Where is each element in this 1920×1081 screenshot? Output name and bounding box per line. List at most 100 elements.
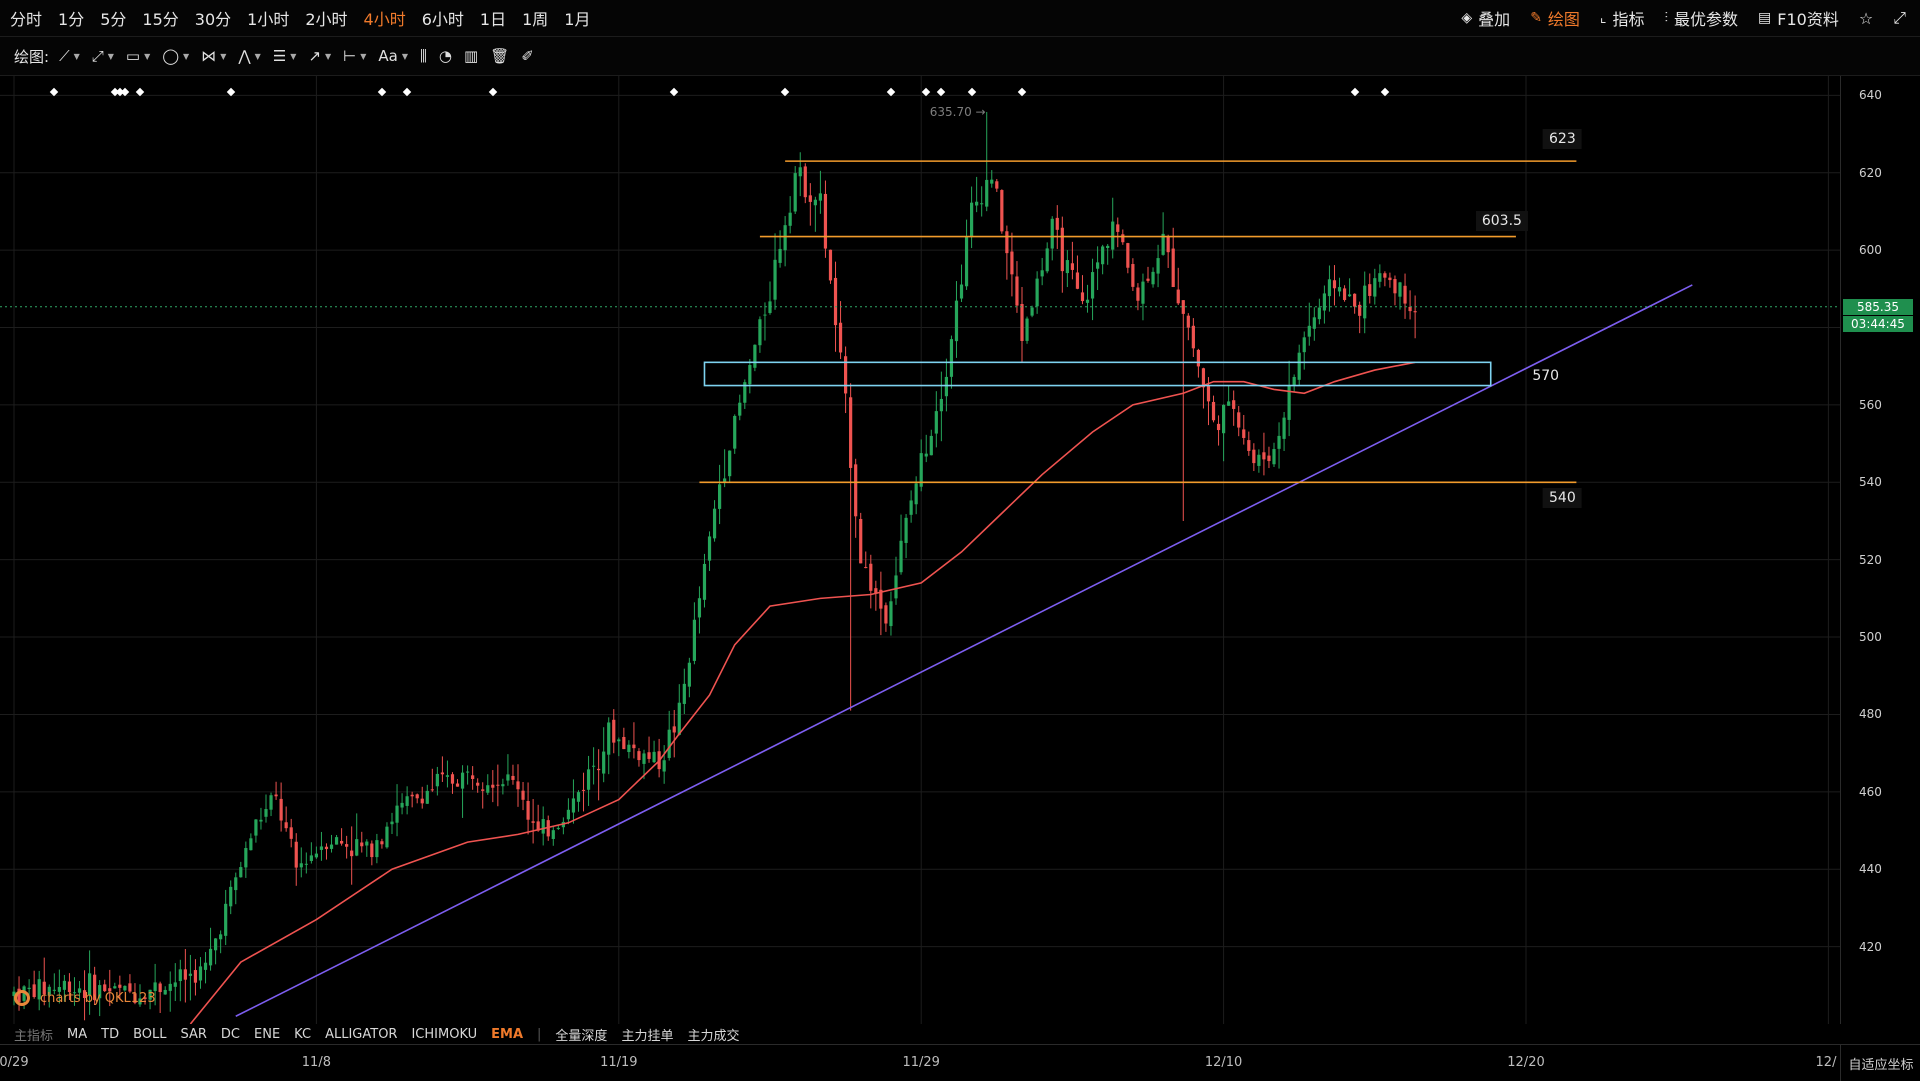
drawing-toolbar-label: 绘图: xyxy=(14,47,50,66)
interval-tab[interactable]: 4小时 xyxy=(364,6,406,30)
candle-body xyxy=(1181,300,1185,314)
chevron-down-icon[interactable]: ▼ xyxy=(108,52,114,61)
star-icon[interactable]: ☆ xyxy=(1859,9,1873,28)
depth-tab[interactable]: 主力成交 xyxy=(687,1025,739,1044)
candle xyxy=(607,717,611,775)
grid-lines xyxy=(0,76,1840,1024)
candle-body xyxy=(1247,440,1251,451)
delete-tool-icon[interactable]: 🗑 xyxy=(490,47,509,65)
chevron-down-icon[interactable]: ▼ xyxy=(144,52,150,61)
chevron-down-icon[interactable]: ▼ xyxy=(74,52,80,61)
candle-body xyxy=(632,744,636,749)
chevron-down-icon[interactable]: ▼ xyxy=(255,52,261,61)
candle-body xyxy=(778,248,782,263)
candle xyxy=(919,439,923,492)
adaptive-axis-button[interactable]: 自适应坐标 xyxy=(1840,1044,1920,1081)
candle xyxy=(849,383,853,711)
level-label: 623 xyxy=(1543,129,1582,150)
indicator-boll[interactable]: BOLL xyxy=(133,1027,166,1042)
ray-tool-icon[interactable]: ⤢ xyxy=(92,47,104,65)
candle xyxy=(1348,278,1352,297)
chevron-down-icon[interactable]: ▼ xyxy=(183,52,189,61)
candle-body xyxy=(113,986,117,989)
indicator-ichimoku[interactable]: ICHIMOKU xyxy=(411,1027,477,1042)
candle-body xyxy=(788,212,792,226)
interval-tab[interactable]: 6小时 xyxy=(422,6,464,30)
candle-body xyxy=(944,376,948,397)
candle-body xyxy=(506,774,510,781)
candle-body xyxy=(1232,400,1236,409)
interval-tab[interactable]: 1日 xyxy=(480,6,506,30)
candle xyxy=(783,216,787,267)
interval-tab[interactable]: 分时 xyxy=(10,6,42,30)
interval-tab[interactable]: 15分 xyxy=(142,6,178,30)
candle xyxy=(1000,189,1004,234)
indicator-sar[interactable]: SAR xyxy=(181,1027,207,1042)
candle-body xyxy=(718,484,722,509)
chevron-down-icon[interactable]: ▼ xyxy=(325,52,331,61)
interval-tab[interactable]: 1周 xyxy=(522,6,548,30)
candle xyxy=(1111,197,1115,259)
interval-tab[interactable]: 1月 xyxy=(564,6,590,30)
price-axis[interactable]: 420440460480500520540560580600620640 xyxy=(1840,76,1920,1024)
chevron-down-icon[interactable]: ▼ xyxy=(290,52,296,61)
indicator-ene[interactable]: ENE xyxy=(254,1027,280,1042)
indicator-td[interactable]: TD xyxy=(101,1027,119,1042)
interval-tab[interactable]: 5分 xyxy=(100,6,126,30)
candle-body xyxy=(526,800,530,820)
candle xyxy=(1090,258,1095,321)
indicator-dc[interactable]: DC xyxy=(221,1027,240,1042)
price-chart[interactable] xyxy=(0,76,1840,1024)
depth-tab[interactable]: 全量深度 xyxy=(555,1025,607,1044)
candle-body xyxy=(1030,307,1034,316)
candle xyxy=(380,838,384,849)
candle-body xyxy=(1131,264,1135,287)
line-tool-icon[interactable]: ⟋ xyxy=(59,47,70,65)
ellipse-tool-icon[interactable]: ◯ xyxy=(162,47,179,65)
rectangle-tool-icon[interactable]: ▭ xyxy=(126,47,140,65)
chevron-down-icon[interactable]: ▼ xyxy=(220,52,226,61)
interval-tab[interactable]: 30分 xyxy=(195,6,231,30)
indicator-ema[interactable]: EMA xyxy=(491,1027,523,1042)
fib-tool-icon[interactable]: ☰ xyxy=(273,47,286,65)
candle-body xyxy=(259,819,263,822)
candle xyxy=(1141,273,1145,321)
arrow-tool-icon[interactable]: ↗ xyxy=(308,47,321,65)
indicator-alligator[interactable]: ALLIGATOR xyxy=(325,1027,397,1042)
sliders-button[interactable]: ⫶ 最优参数 xyxy=(1665,6,1739,30)
time-axis[interactable]: 0/29 11/8 11/19 11/29 12/10 12/20 12/ xyxy=(0,1044,1840,1081)
interval-tab[interactable]: 1小时 xyxy=(247,6,289,30)
indicator-ma[interactable]: MA xyxy=(67,1027,87,1042)
candle xyxy=(355,813,359,857)
candle-body xyxy=(949,339,954,377)
snapshot-tool-icon[interactable]: ◔ xyxy=(439,47,452,65)
measure-tool-icon[interactable]: ⊢ xyxy=(343,47,356,65)
chevron-down-icon[interactable]: ▼ xyxy=(402,52,408,61)
candle-body xyxy=(808,195,812,202)
candle xyxy=(793,166,797,215)
layers-button[interactable]: ◈ 叠加 xyxy=(1461,6,1510,30)
document-button[interactable]: ▤ F10资料 xyxy=(1758,6,1839,30)
shape-tool-icon[interactable]: ⋀ xyxy=(238,47,250,65)
brush-tool-icon[interactable]: ✐ xyxy=(521,47,534,65)
pencil-button[interactable]: ✎ 绘图 xyxy=(1530,6,1580,30)
text-tool-icon[interactable]: Aa xyxy=(378,47,397,65)
interval-tab[interactable]: 2小时 xyxy=(305,6,347,30)
candle xyxy=(859,512,863,564)
indicator-kc[interactable]: KC xyxy=(294,1027,311,1042)
right-toolbar: ◈ 叠加 ✎ 绘图 ⌞ 指标 ⫶ 最优参数 ▤ F10资料 ☆ ⤢ xyxy=(1441,0,1906,36)
chart-button[interactable]: ⌞ 指标 xyxy=(1600,6,1645,30)
chevron-down-icon[interactable]: ▼ xyxy=(360,52,366,61)
candle-body xyxy=(1252,449,1256,464)
chart-icon: ⌞ xyxy=(1599,10,1607,26)
pattern-tool-icon[interactable]: ⋈ xyxy=(201,47,216,65)
candle-body xyxy=(360,842,364,847)
fullscreen-icon[interactable]: ⤢ xyxy=(1893,8,1906,28)
stats-tool-icon[interactable]: ▥ xyxy=(464,47,478,65)
candle-body xyxy=(682,683,686,704)
interval-tab[interactable]: 1分 xyxy=(58,6,84,30)
candle-body xyxy=(1317,307,1321,320)
candle xyxy=(637,748,641,767)
depth-tab[interactable]: 主力挂单 xyxy=(621,1025,673,1044)
candle-tool-icon[interactable]: ⫼ xyxy=(420,47,427,65)
